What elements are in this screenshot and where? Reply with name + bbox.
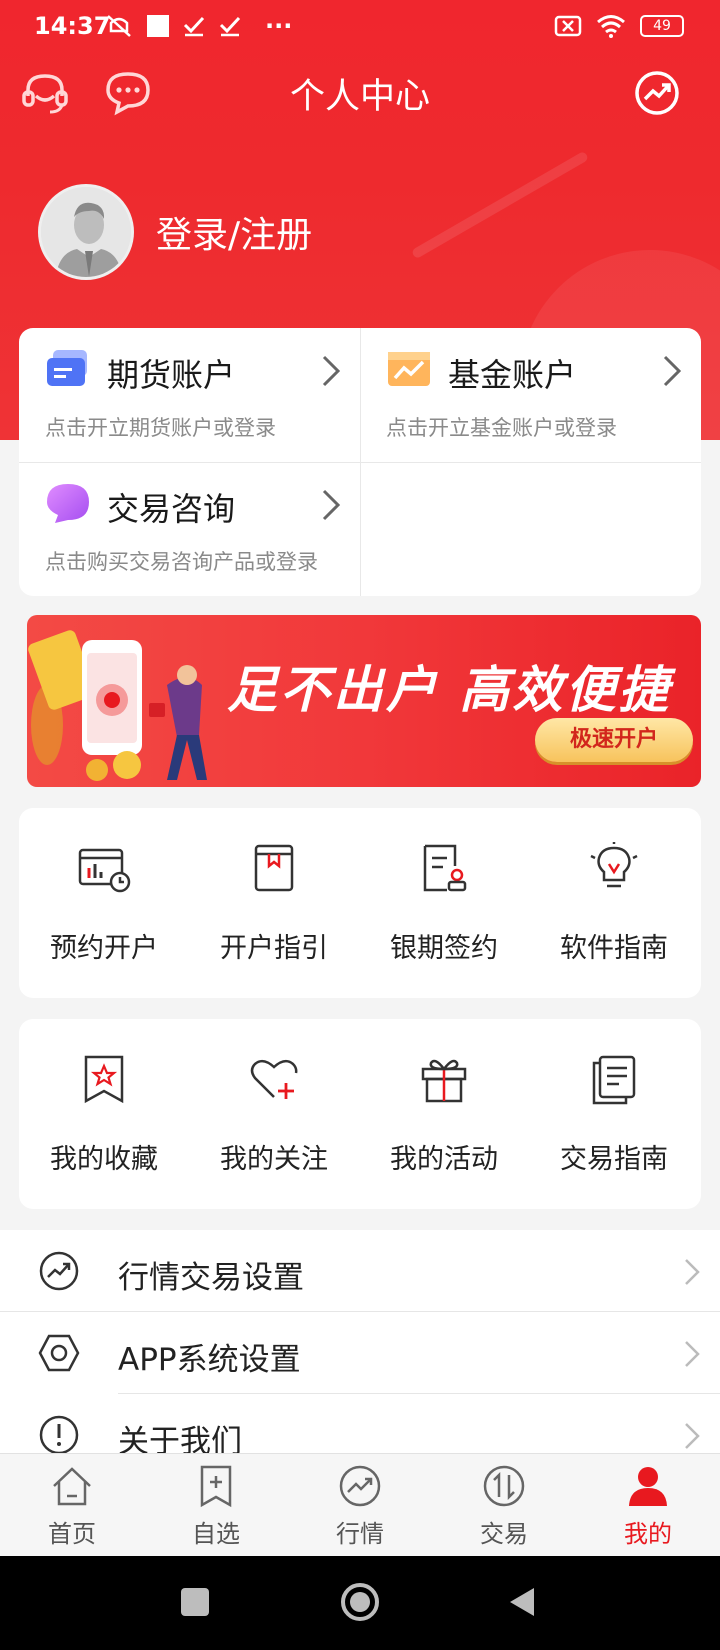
- app-system-settings[interactable]: APP系统设置: [0, 1312, 720, 1394]
- my-features-grid: 我的收藏 我的关注 我的活动 交易指南: [19, 1019, 701, 1209]
- tab-watchlist[interactable]: 自选: [144, 1454, 288, 1557]
- open-account-guide[interactable]: 开户指引: [189, 808, 359, 998]
- account-desc: 点击购买交易咨询产品或登录: [45, 550, 318, 574]
- market-trade-settings[interactable]: 行情交易设置: [0, 1230, 720, 1312]
- account-desc: 点击开立基金账户或登录: [386, 416, 617, 440]
- status-notification-icons: ···: [105, 12, 292, 40]
- default-avatar-icon: [41, 187, 131, 277]
- service-label: 开户指引: [220, 933, 328, 964]
- check-icon: [183, 16, 205, 37]
- consult-bubble-icon: [47, 484, 89, 523]
- gift-icon: [421, 1059, 467, 1103]
- trend-circle-icon: [39, 1251, 79, 1291]
- bookmark-star-icon: [84, 1055, 124, 1104]
- hexagon-settings-icon: [38, 1334, 80, 1372]
- person-icon: [629, 1467, 667, 1506]
- tab-trade[interactable]: 交易: [432, 1454, 576, 1557]
- mute-icon: [107, 15, 131, 37]
- futures-card-icon: [47, 350, 87, 386]
- document-list-icon: [592, 1055, 636, 1105]
- top-bar: 个人中心: [0, 60, 720, 130]
- tab-label: 我的: [624, 1520, 672, 1548]
- back-button[interactable]: [508, 1586, 536, 1618]
- battery-indicator: 49: [640, 15, 684, 37]
- tab-home[interactable]: 首页: [0, 1454, 144, 1557]
- settings-label: APP系统设置: [118, 1342, 301, 1378]
- trading-guide[interactable]: 交易指南: [529, 1019, 699, 1209]
- calendar-chart-icon: [78, 848, 131, 893]
- my-activities[interactable]: 我的活动: [359, 1019, 529, 1209]
- services-grid: 预约开户 开户指引 银期签约 软件指南: [19, 808, 701, 998]
- more-notifications: ···: [265, 12, 293, 40]
- banner-slogan: 足不出户 高效便捷: [227, 661, 672, 719]
- appointment-open-account[interactable]: 预约开户: [19, 808, 189, 998]
- feature-label: 我的活动: [390, 1144, 498, 1175]
- exchange-circle-icon: [483, 1465, 525, 1507]
- chevron-right-icon: [322, 489, 341, 521]
- bottom-tab-bar: 首页 自选 行情 交易 我的: [0, 1453, 720, 1556]
- tab-market[interactable]: 行情: [288, 1454, 432, 1557]
- trend-circle-icon: [339, 1465, 381, 1507]
- bank-futures-signing[interactable]: 银期签约: [359, 808, 529, 998]
- account-card: 期货账户 点击开立期货账户或登录 基金账户 点击开立基金账户或登录 交易咨询 点…: [19, 328, 701, 596]
- settings-label: 行情交易设置: [118, 1260, 304, 1296]
- avatar[interactable]: [38, 184, 134, 280]
- futures-account-entry[interactable]: 期货账户 点击开立期货账户或登录: [19, 328, 360, 462]
- info-circle-icon: [39, 1415, 79, 1455]
- decorative-streak: [410, 150, 590, 260]
- account-name: 期货账户: [107, 356, 236, 394]
- my-follows[interactable]: 我的关注: [189, 1019, 359, 1209]
- service-label: 银期签约: [390, 933, 498, 964]
- fund-account-entry[interactable]: 基金账户 点击开立基金账户或登录: [360, 328, 701, 462]
- user-login-area[interactable]: 登录/注册: [38, 184, 312, 280]
- lightbulb-icon: [590, 842, 638, 888]
- account-desc: 点击开立期货账户或登录: [45, 416, 276, 440]
- chevron-right-icon: [685, 1259, 700, 1285]
- chevron-right-icon: [322, 355, 341, 387]
- heart-plus-icon: [250, 1059, 298, 1099]
- service-label: 软件指南: [560, 933, 668, 964]
- fund-chart-icon: [388, 352, 430, 386]
- login-register-link[interactable]: 登录/注册: [156, 206, 312, 258]
- book-icon: [254, 844, 294, 892]
- promo-banner[interactable]: 足不出户 高效便捷 极速开户: [27, 615, 701, 787]
- status-bar: 14:37 ··· 49: [0, 0, 720, 54]
- feature-label: 我的收藏: [50, 1144, 158, 1175]
- chevron-right-icon: [685, 1341, 700, 1367]
- quick-open-account-button[interactable]: 极速开户: [535, 718, 693, 762]
- market-trend-icon[interactable]: [632, 68, 682, 118]
- check-icon: [219, 16, 241, 37]
- tab-label: 行情: [336, 1520, 384, 1548]
- contract-icon: [423, 844, 467, 892]
- feature-label: 交易指南: [560, 1144, 668, 1175]
- about-us[interactable]: 关于我们: [0, 1394, 720, 1455]
- wifi-icon: [597, 15, 625, 38]
- sim-off-icon: [554, 15, 582, 37]
- status-time: 14:37: [34, 12, 111, 40]
- tab-label: 首页: [48, 1520, 96, 1548]
- home-icon: [53, 1467, 91, 1506]
- recent-apps-button[interactable]: [181, 1588, 209, 1616]
- chevron-right-icon: [663, 355, 682, 387]
- service-label: 预约开户: [50, 933, 158, 964]
- bookmark-plus-icon: [200, 1465, 232, 1508]
- chevron-right-icon: [685, 1423, 700, 1449]
- tab-label: 自选: [192, 1520, 240, 1548]
- banner-illustration: [28, 630, 207, 781]
- tab-label: 交易: [480, 1520, 528, 1548]
- page-title: 个人中心: [289, 77, 430, 117]
- software-guide[interactable]: 软件指南: [529, 808, 699, 998]
- system-navigation-bar: [0, 1556, 720, 1650]
- square-notification-icon: [147, 15, 169, 37]
- status-system-icons: 49: [554, 14, 684, 38]
- account-name: 交易咨询: [107, 490, 236, 528]
- home-button[interactable]: [341, 1583, 379, 1621]
- account-name: 基金账户: [448, 356, 577, 394]
- settings-list: 行情交易设置 APP系统设置 关于我们: [0, 1230, 720, 1455]
- tab-mine[interactable]: 我的: [576, 1454, 720, 1557]
- feature-label: 我的关注: [220, 1144, 328, 1175]
- trading-consult-entry[interactable]: 交易咨询 点击购买交易咨询产品或登录: [19, 462, 360, 596]
- settings-label: 关于我们: [118, 1424, 242, 1455]
- my-favorites[interactable]: 我的收藏: [19, 1019, 189, 1209]
